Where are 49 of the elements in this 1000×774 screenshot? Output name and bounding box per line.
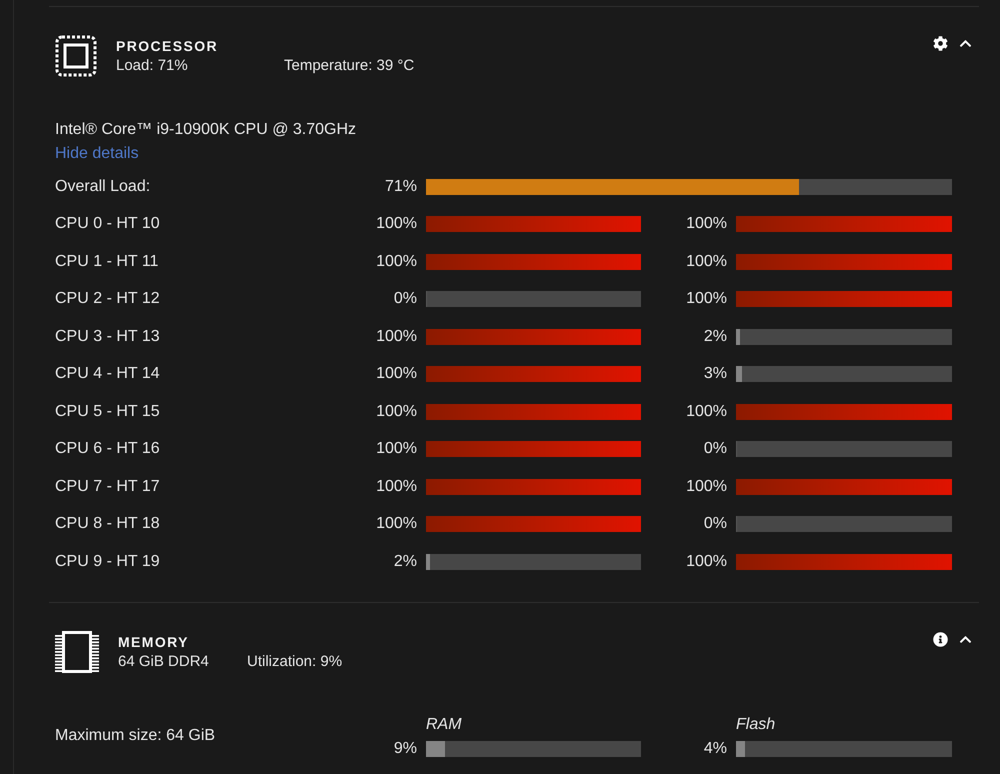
usage-reading: 4%	[702, 740, 727, 756]
section-stat: Temperature: 39 °C	[284, 56, 414, 76]
row-label: CPU 9 - HT 19	[55, 552, 161, 572]
load-reading: 100%	[685, 291, 727, 308]
settings-icon[interactable]	[933, 36, 948, 51]
cpu-model: Intel® Core™ i9-10900K CPU @ 3.70GHz	[55, 120, 356, 140]
load-reading: 100%	[685, 216, 727, 232]
info-icon[interactable]	[933, 632, 948, 646]
row-label: CPU 6 - HT 16	[55, 439, 161, 460]
section-title: MEMORY	[118, 632, 190, 652]
row-label: CPU 8 - HT 18	[55, 514, 161, 534]
load-reading: 3%	[702, 366, 727, 382]
load-reading: 2%	[392, 554, 417, 570]
load-reading: 100%	[685, 478, 727, 495]
memory-module-icon	[55, 630, 99, 672]
max-size-label: Maximum size: 64 GiB	[55, 726, 216, 746]
usage-reading: 9%	[392, 740, 417, 756]
processor-chip-icon	[55, 35, 97, 77]
load-reading: 0%	[702, 516, 727, 532]
load-reading: 71%	[384, 178, 417, 195]
row-label: CPU 4 - HT 14	[55, 364, 161, 384]
load-reading: 2%	[702, 328, 727, 345]
load-reading: 100%	[685, 404, 727, 420]
load-reading: 0%	[392, 291, 417, 308]
section-stat: 64 GiB DDR4	[118, 652, 210, 672]
load-reading: 100%	[685, 254, 727, 270]
load-reading: 100%	[685, 554, 727, 570]
row-label: CPU 0 - HT 10	[55, 214, 161, 234]
row-label: CPU 7 - HT 17	[55, 476, 161, 497]
load-reading: 100%	[375, 478, 417, 495]
hide-details-link[interactable]: Hide details	[55, 142, 139, 166]
load-reading: 100%	[375, 328, 417, 345]
section-stat: Load: 71%	[116, 56, 189, 76]
load-reading: 100%	[375, 254, 417, 270]
row-label: CPU 1 - HT 11	[55, 252, 160, 272]
row-label: CPU 3 - HT 13	[55, 326, 161, 347]
meter-label: Flash	[736, 714, 776, 734]
load-reading: 100%	[375, 366, 417, 382]
load-reading: 100%	[375, 516, 417, 532]
load-reading: 100%	[375, 216, 417, 232]
meter-label: RAM	[426, 714, 462, 734]
row-label: CPU 5 - HT 15	[55, 402, 161, 422]
row-label: CPU 2 - HT 12	[55, 289, 161, 310]
section-stat: Utilization: 9%	[247, 652, 342, 672]
load-reading: 100%	[375, 441, 417, 458]
row-label: Overall Load:	[55, 176, 152, 197]
load-reading: 0%	[702, 441, 727, 458]
load-reading: 100%	[375, 404, 417, 420]
section-title: PROCESSOR	[116, 37, 220, 56]
